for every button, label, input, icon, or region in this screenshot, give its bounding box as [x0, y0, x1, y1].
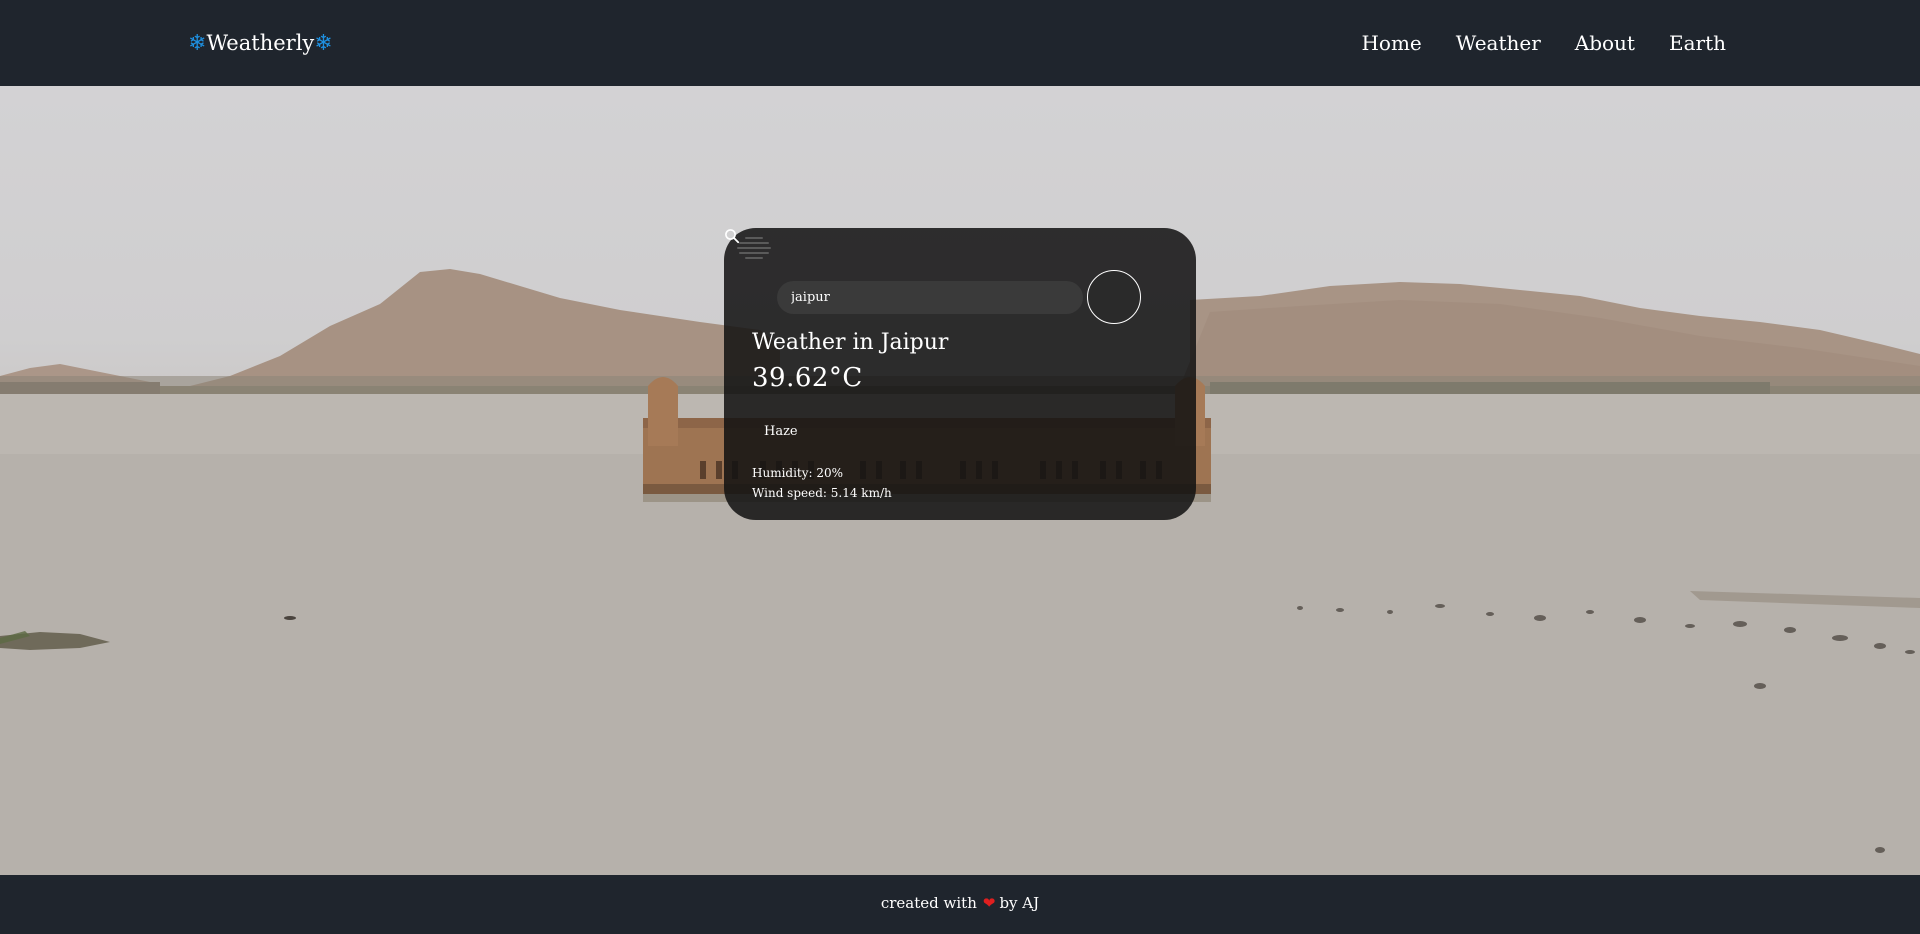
snowflake-icon: ❄ — [314, 30, 333, 56]
search-bar — [725, 229, 1168, 324]
brand-name: Weatherly — [206, 31, 315, 55]
city-search-input[interactable] — [777, 280, 1083, 314]
city-title: Weather in Jaipur — [752, 330, 949, 355]
wind-speed: Wind speed: 5.14 km/h — [752, 486, 892, 500]
haze-icon — [737, 237, 771, 259]
nav-link-home[interactable]: Home — [1361, 31, 1421, 55]
nav-link-weather[interactable]: Weather — [1456, 31, 1541, 55]
humidity: Humidity: 20% — [752, 466, 844, 480]
nav-link-earth[interactable]: Earth — [1669, 31, 1726, 55]
brand-logo[interactable]: ❄ Weatherly ❄ — [188, 31, 333, 56]
footer-prefix: created with — [880, 893, 977, 912]
nav-links: Home Weather About Earth — [1361, 31, 1726, 55]
weather-card: Weather in Jaipur 39.62°C Haze Humidity:… — [724, 228, 1196, 520]
temperature: 39.62°C — [752, 363, 863, 393]
heart-icon: ❤ — [982, 893, 996, 912]
footer-suffix: by AJ — [999, 893, 1040, 912]
background-scene: Weather in Jaipur 39.62°C Haze Humidity:… — [0, 86, 1920, 875]
nav-link-about[interactable]: About — [1575, 31, 1635, 55]
navbar: ❄ Weatherly ❄ Home Weather About Earth — [0, 0, 1920, 86]
footer: created with ❤ by AJ — [0, 875, 1920, 934]
snowflake-icon: ❄ — [188, 30, 207, 56]
search-button[interactable] — [725, 229, 1141, 324]
condition-row: Haze — [737, 237, 1168, 451]
condition-description: Haze — [764, 423, 798, 439]
